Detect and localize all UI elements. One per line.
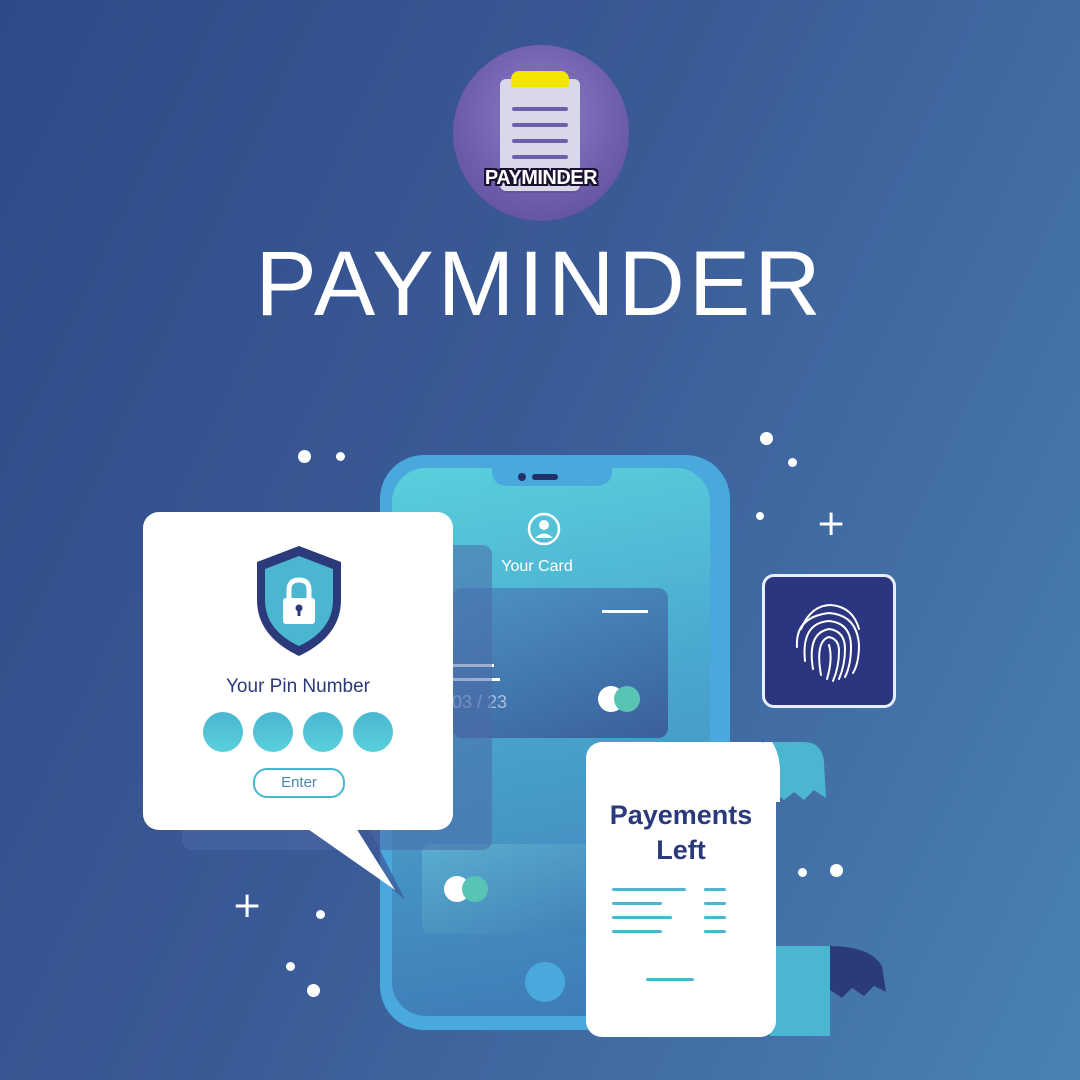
pin-dot [253, 712, 293, 752]
clip-icon [511, 71, 569, 87]
enter-button[interactable]: Enter [253, 768, 345, 798]
sparkle-dot [760, 432, 773, 445]
sparkle-dot [307, 984, 320, 997]
receipt-line [612, 902, 662, 905]
receipt-line [612, 916, 672, 919]
sparkle-dot [788, 458, 797, 467]
pin-panel: Your Pin Number Enter [143, 512, 453, 830]
sparkle-dot [316, 910, 325, 919]
pin-dot [353, 712, 393, 752]
pin-dot [303, 712, 343, 752]
card-brand-icon [614, 686, 640, 712]
sparkle-dot [830, 864, 843, 877]
plus-icon: + [816, 503, 847, 544]
receipt-line [612, 930, 662, 933]
receipt-title-line: Left [656, 835, 706, 865]
receipt-title: Payements Left [586, 798, 776, 868]
sparkle-dot [286, 962, 295, 971]
user-icon [527, 512, 561, 546]
plus-icon: + [232, 885, 263, 926]
sparkle-dot [336, 452, 345, 461]
receipt-card: Payements Left [586, 742, 776, 1037]
pin-dot [203, 712, 243, 752]
fingerprint-icon [795, 603, 861, 682]
app-logo: PAYMINDER [453, 45, 629, 221]
sparkle-dot [756, 512, 764, 520]
shield-lock-icon [253, 544, 345, 658]
receipt-line [612, 888, 686, 891]
receipt-line [646, 978, 694, 981]
card-brand-icon [462, 876, 488, 902]
receipt-line [704, 930, 726, 933]
receipt-line [704, 888, 726, 891]
receipt-title-line: Payements [609, 800, 753, 830]
card-line [602, 610, 648, 613]
speaker-bar [532, 474, 558, 480]
camera-dot [518, 473, 526, 481]
sparkle-dot [298, 450, 311, 463]
speech-bubble-tail [295, 820, 405, 900]
sparkle-dot [798, 868, 807, 877]
receipt-line [704, 902, 726, 905]
receipt-roll-bottom [770, 946, 886, 1036]
home-button[interactable] [525, 962, 565, 1002]
page-title: PAYMINDER [255, 233, 825, 335]
receipt-line [704, 916, 726, 919]
pin-label: Your Pin Number [226, 676, 370, 697]
logo-wordmark: PAYMINDER [484, 167, 598, 189]
receipt-roll-top [764, 742, 826, 802]
fingerprint-card[interactable] [762, 574, 896, 708]
phone-notch [492, 468, 612, 486]
